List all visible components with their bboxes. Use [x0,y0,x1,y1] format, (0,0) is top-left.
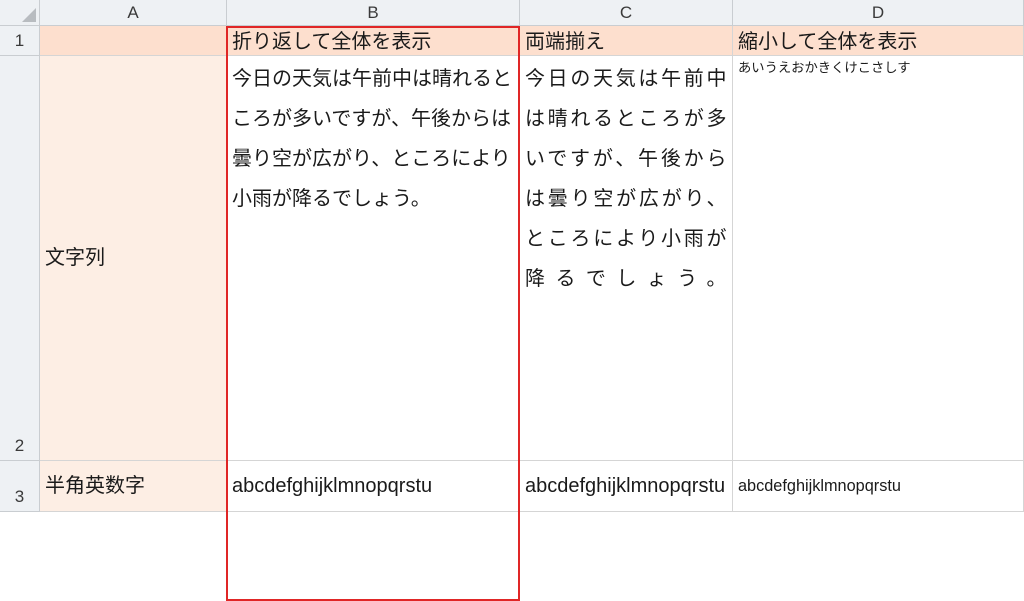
cell-B2[interactable]: 今日の天気は午前中は晴れるところが多いですが、午後からは曇り空が広がり、ところに… [227,56,520,461]
cell-A3[interactable]: 半角英数字 [40,461,227,512]
cell-D2[interactable]: あいうえおかきくけこさしす [733,56,1024,461]
cell-B1[interactable]: 折り返して全体を表示 [227,26,520,56]
cell-A2[interactable]: 文字列 [40,56,227,461]
spreadsheet-grid: A B C D 1 折り返して全体を表示 両端揃え 縮小して全体を表示 2 文字… [0,0,1024,512]
row-header-3[interactable]: 3 [0,461,40,512]
col-header-A[interactable]: A [40,0,227,26]
cell-D3[interactable]: abcdefghijklmnopqrstu [733,461,1024,512]
cell-B3[interactable]: abcdefghijklmnopqrstu [227,461,520,512]
cell-C1[interactable]: 両端揃え [520,26,733,56]
spreadsheet-viewport: A B C D 1 折り返して全体を表示 両端揃え 縮小して全体を表示 2 文字… [0,0,1024,601]
col-header-D[interactable]: D [733,0,1024,26]
col-header-B[interactable]: B [227,0,520,26]
select-all-corner[interactable] [0,0,40,26]
row-header-1[interactable]: 1 [0,26,40,56]
cell-A1[interactable] [40,26,227,56]
col-header-C[interactable]: C [520,0,733,26]
cell-D1[interactable]: 縮小して全体を表示 [733,26,1024,56]
cell-C2[interactable]: 今日の天気は午前中は晴れるところが多いですが、午後からは曇り空が広がり、ところに… [520,56,733,461]
row-header-2[interactable]: 2 [0,56,40,461]
cell-C3[interactable]: abcdefghijklmnopqrstu [520,461,733,512]
